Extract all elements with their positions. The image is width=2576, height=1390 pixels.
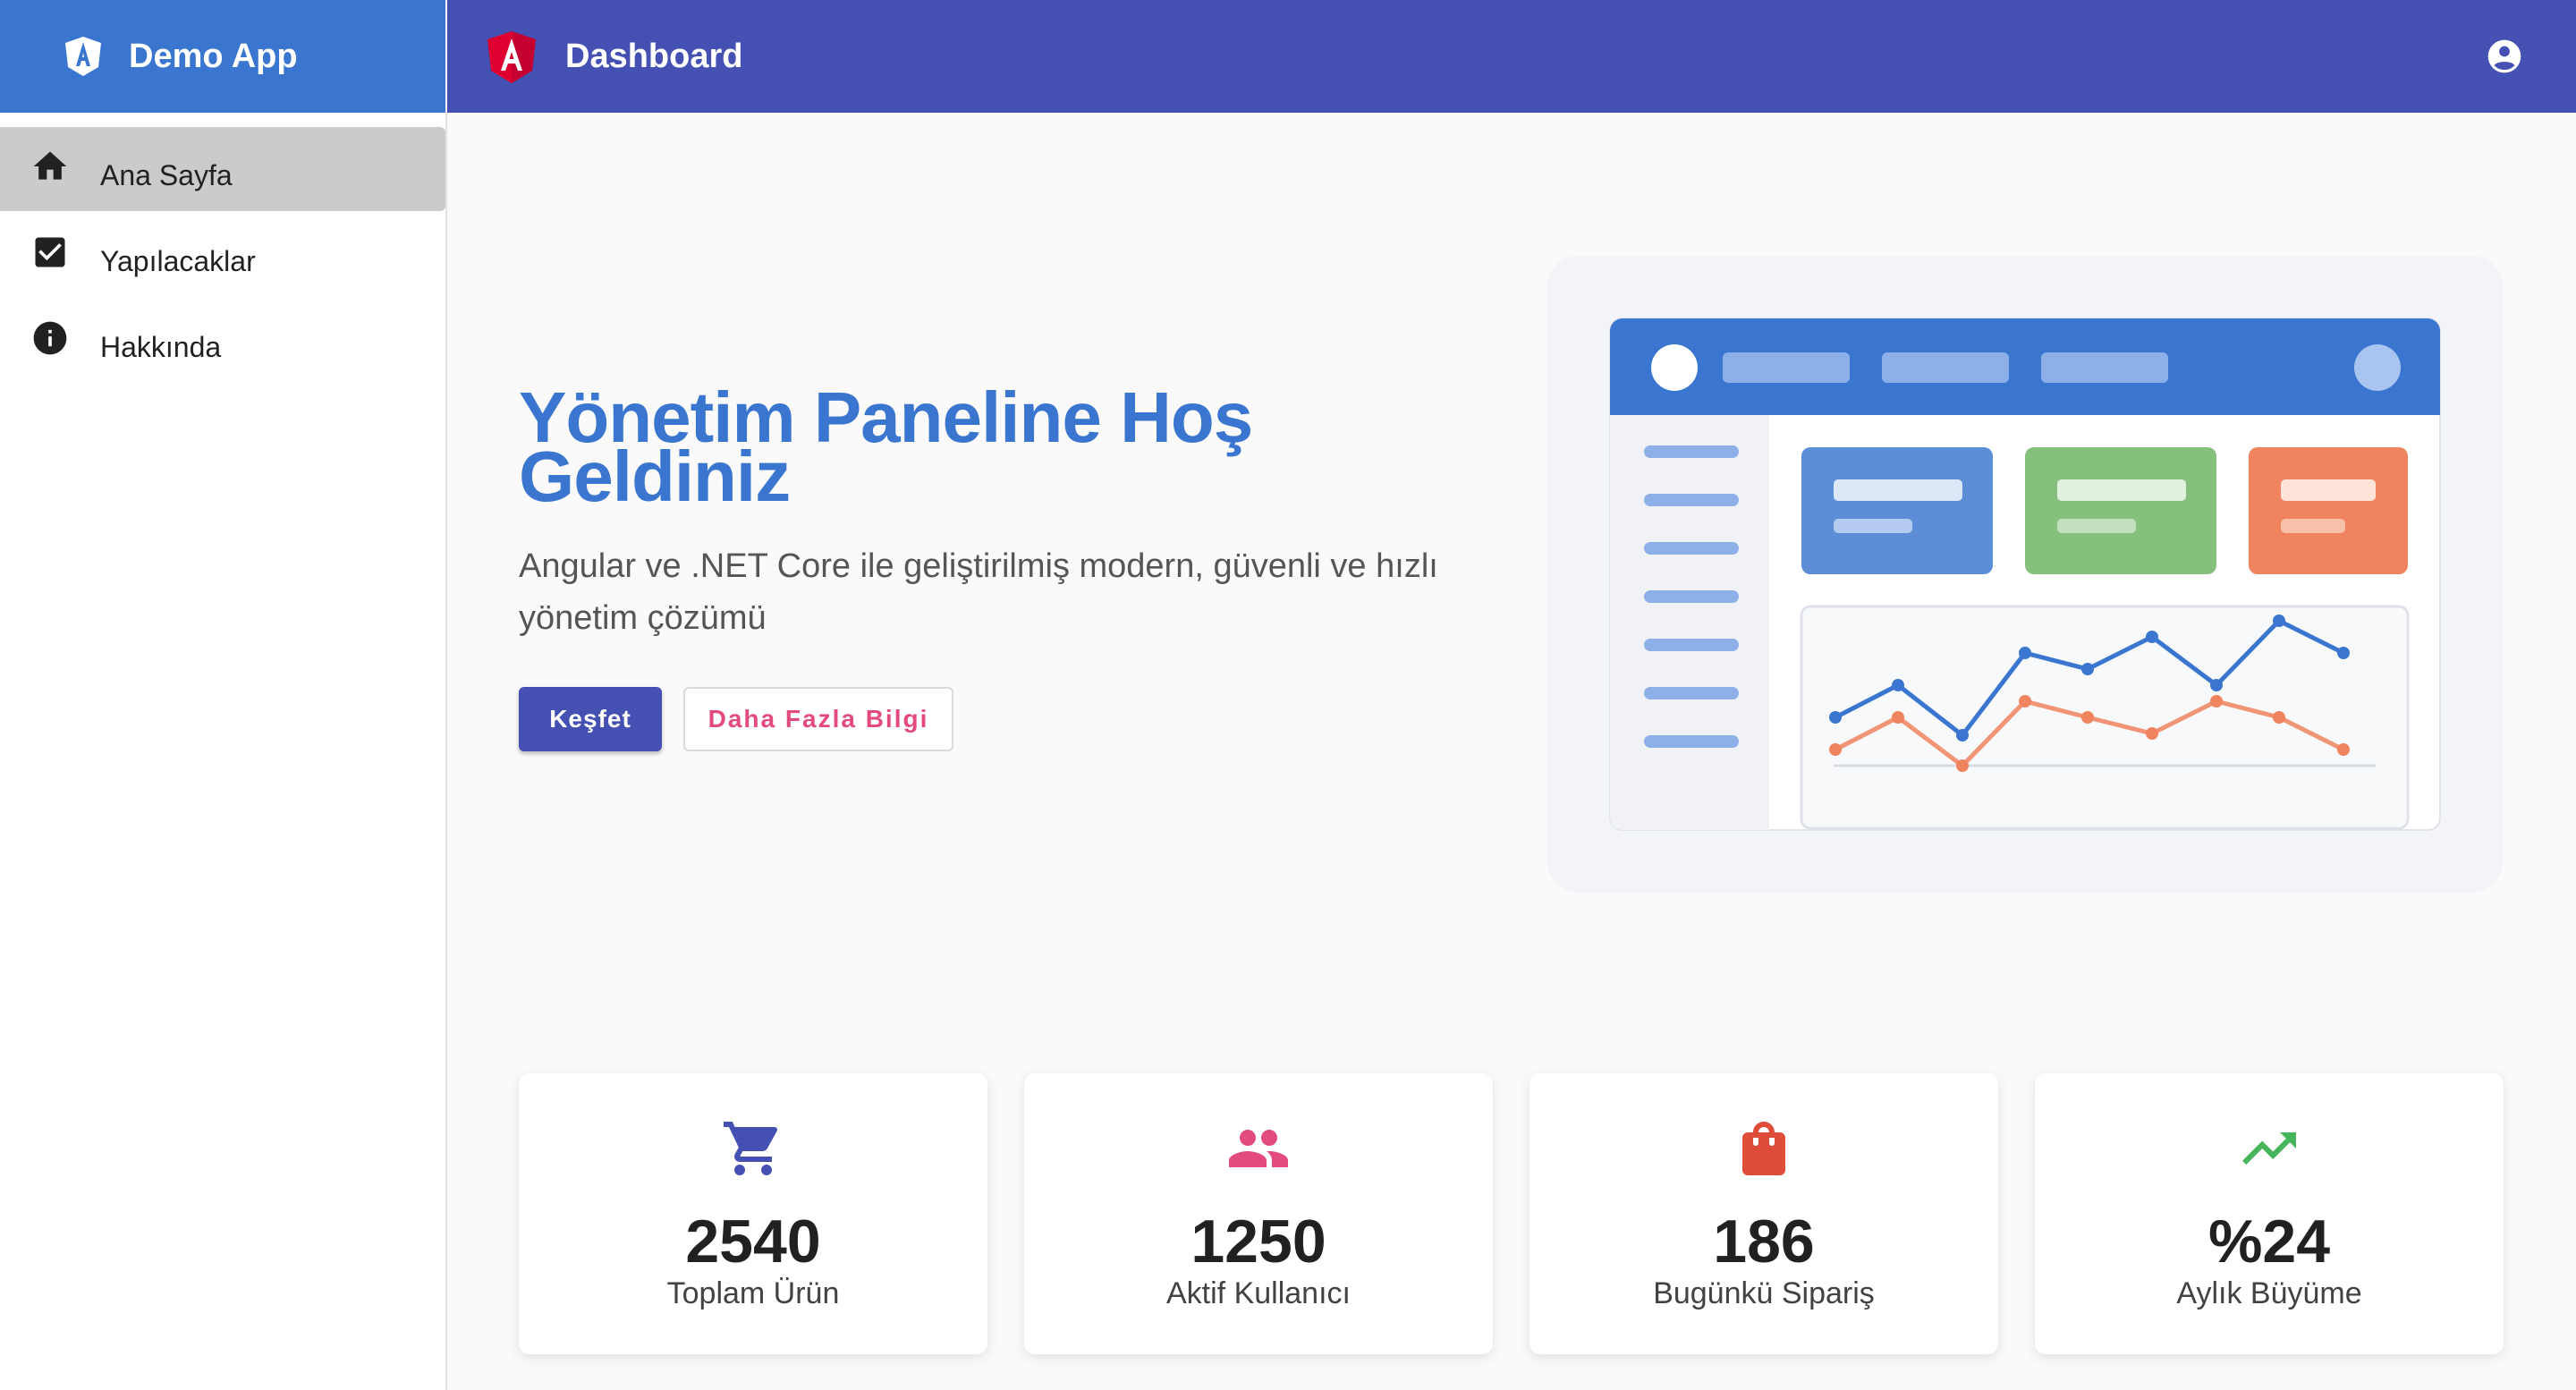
sidebar-item-hakkinda[interactable]: Hakkında — [0, 299, 445, 383]
trending-up-icon — [2242, 1132, 2296, 1165]
home-icon — [33, 151, 67, 180]
dashboard-illustration — [1547, 256, 2503, 893]
stat-card-monthly-growth: %24 Aylık Büyüme — [2035, 1073, 2504, 1354]
stat-card-total-products: 2540 Toplam Ürün — [519, 1073, 987, 1354]
app-brand-name: Demo App — [129, 38, 298, 75]
sidebar-item-label: Hakkında — [100, 331, 222, 363]
sidebar-item-ana-sayfa[interactable]: Ana Sayfa — [0, 127, 445, 211]
account-circle-icon[interactable] — [2485, 37, 2524, 76]
stat-card-today-orders: 186 Bugünkü Sipariş — [1530, 1073, 1998, 1354]
dashboard-illustration-graphic — [1609, 318, 2441, 831]
stat-label: Bugünkü Sipariş — [1653, 1276, 1875, 1310]
page-title: Dashboard — [565, 38, 743, 75]
sidebar-item-yapilacaklar[interactable]: Yapılacaklar — [0, 213, 445, 297]
stat-value: 2540 — [685, 1208, 821, 1276]
hero-title: Yönetim Paneline Hoş Geldiniz — [519, 377, 1253, 516]
stat-label: Aktif Kullanıcı — [1166, 1276, 1351, 1310]
info-icon — [33, 321, 67, 355]
cart-icon — [724, 1122, 778, 1175]
learn-more-button[interactable]: Daha Fazla Bilgi — [683, 687, 953, 751]
sidebar-item-label: Yapılacaklar — [100, 245, 256, 277]
stat-label: Toplam Ürün — [666, 1276, 840, 1310]
stat-value: 1250 — [1191, 1208, 1326, 1276]
explore-button[interactable]: Keşfet — [519, 687, 662, 751]
angular-logo-icon — [487, 31, 536, 83]
sidenav: Ana Sayfa Yapılacaklar Hakkında — [0, 113, 447, 1390]
shopping-bag-icon — [1742, 1122, 1785, 1175]
sidenav-header: Demo App — [0, 0, 445, 113]
checkbox-icon — [35, 237, 65, 267]
hero-subtitle: Angular ve .NET Core ile geliştirilmiş m… — [519, 547, 1438, 637]
stat-label: Aylık Büyüme — [2176, 1276, 2362, 1310]
angular-logo-icon — [65, 37, 101, 76]
sidebar-item-label: Ana Sayfa — [100, 159, 233, 191]
top-toolbar: Dashboard — [447, 0, 2576, 113]
stat-value: 186 — [1713, 1208, 1815, 1276]
stat-value: %24 — [2207, 1208, 2331, 1276]
stat-card-active-users: 1250 Aktif Kullanıcı — [1024, 1073, 1493, 1354]
people-icon — [1229, 1130, 1288, 1167]
